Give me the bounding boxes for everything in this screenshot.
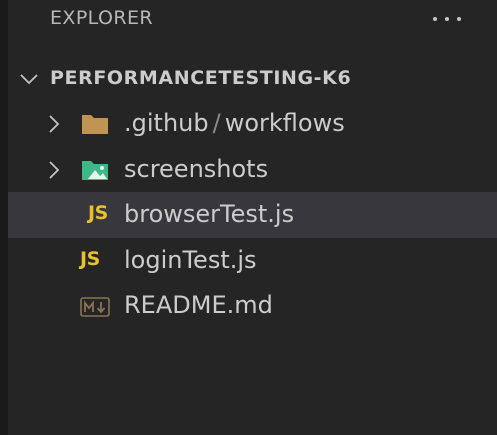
chevron-down-icon	[20, 74, 38, 85]
explorer-title: EXPLORER	[50, 7, 153, 29]
markdown-file-icon	[80, 297, 110, 317]
folder-images-icon	[82, 160, 108, 180]
tree-item-label: README.md	[124, 291, 273, 319]
js-file-icon: JS	[80, 247, 100, 270]
tree-item-label: browserTest.js	[124, 200, 295, 228]
ellipsis-icon[interactable]	[433, 17, 461, 23]
tree-item-github-workflows[interactable]: .github / workflows	[0, 101, 497, 147]
chevron-right-icon	[49, 115, 60, 133]
explorer-header: EXPLORER	[0, 0, 497, 40]
tree-item-readme-md[interactable]: README.md	[0, 283, 497, 329]
project-name: PERFORMANCETESTING-K6	[50, 67, 352, 89]
tree-item-browsertest-js[interactable]: JS browserTest.js	[8, 192, 497, 238]
js-file-icon: JS	[88, 202, 108, 224]
tree-item-label: loginTest.js	[124, 245, 257, 274]
chevron-right-icon	[49, 160, 60, 179]
tree-item-label: .github / workflows	[124, 109, 345, 137]
project-section-header[interactable]: PERFORMANCETESTING-K6	[0, 56, 497, 100]
tree-item-screenshots[interactable]: screenshots	[0, 147, 497, 193]
folder-icon	[82, 115, 108, 134]
tree-item-label: screenshots	[124, 154, 269, 183]
file-tree: .github / workflows screenshots JS browser…	[0, 101, 497, 329]
explorer-panel: EXPLORER PERFORMANCETESTING-K6 .github / w…	[0, 0, 497, 435]
tree-item-logintest-js[interactable]: JS loginTest.js	[0, 238, 497, 284]
